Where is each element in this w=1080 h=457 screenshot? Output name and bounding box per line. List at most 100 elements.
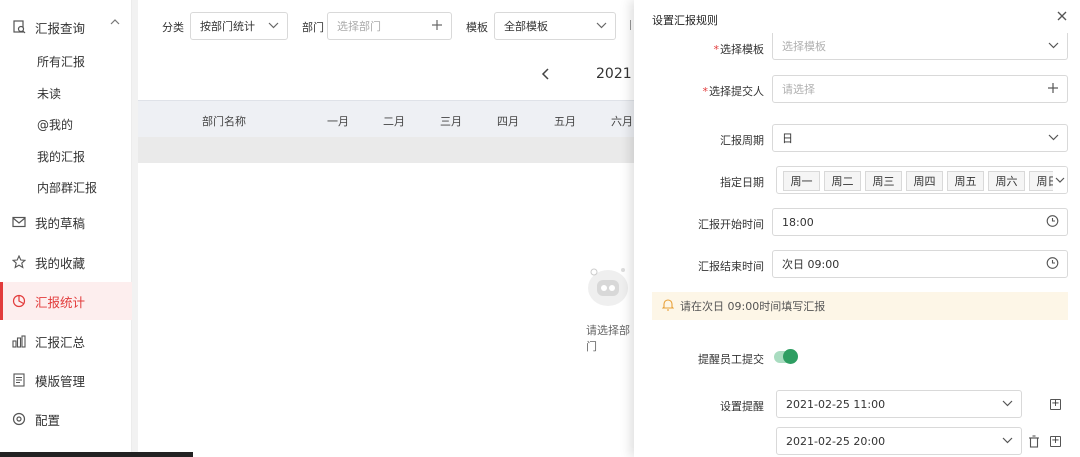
reminder-value: 2021-02-25 11:00 bbox=[786, 397, 886, 411]
submitter-field-label: *选择提交人 bbox=[702, 85, 765, 98]
weekday-selector[interactable]: 周一 周二 周三 周四 周五 周六 周日 bbox=[776, 166, 1068, 194]
column-header: 三月 bbox=[440, 115, 462, 128]
clock-icon bbox=[1046, 256, 1059, 273]
start-time-label: 汇报开始时间 bbox=[698, 218, 764, 231]
category-value: 按部门统计 bbox=[200, 20, 255, 33]
bell-icon bbox=[661, 298, 675, 314]
weekday-chip[interactable]: 周五 bbox=[947, 171, 984, 191]
template-field-label: *选择模板 bbox=[713, 43, 765, 56]
active-indicator bbox=[0, 282, 3, 320]
weekday-chip[interactable]: 周六 bbox=[988, 171, 1025, 191]
chevron-down-icon bbox=[1002, 396, 1013, 413]
star-icon bbox=[12, 255, 26, 269]
sidebar-item-statistics[interactable]: 汇报统计 bbox=[0, 282, 132, 320]
end-time-label: 汇报结束时间 bbox=[698, 260, 764, 273]
sidebar-subitem-mentions[interactable]: @我的 bbox=[37, 116, 73, 133]
sidebar-item-label: 汇报统计 bbox=[35, 294, 86, 310]
pie-chart-icon bbox=[12, 294, 26, 308]
table-header: 部门名称 一月 二月 三月 四月 五月 六月 bbox=[138, 100, 634, 137]
weekday-chip[interactable]: 周三 bbox=[865, 171, 902, 191]
template-placeholder: 选择模板 bbox=[782, 40, 826, 53]
template-label: 模板 bbox=[466, 21, 488, 34]
add-reminder-icon[interactable]: + bbox=[1050, 399, 1061, 410]
rule-settings-drawer: 设置汇报规则 *选择模板 选择模板 *选择提交人 请选择 汇报周期 日 指定日期… bbox=[634, 0, 1080, 457]
sidebar-item-report-query[interactable]: 汇报查询 bbox=[0, 16, 132, 38]
reminder-time-select[interactable]: 2021-02-25 11:00 bbox=[776, 390, 1022, 418]
toggle-knob bbox=[783, 349, 798, 364]
empty-illustration bbox=[585, 262, 631, 310]
dept-placeholder: 选择部门 bbox=[337, 20, 381, 33]
sidebar-subitem-group-reports[interactable]: 内部群汇报 bbox=[37, 179, 97, 196]
sidebar-item-label: 模版管理 bbox=[35, 373, 86, 389]
start-time-input[interactable]: 18:00 bbox=[772, 208, 1068, 236]
date-field-label: 指定日期 bbox=[720, 176, 764, 189]
sidebar-subitem-unread[interactable]: 未读 bbox=[37, 85, 61, 102]
period-select[interactable]: 日 bbox=[772, 124, 1068, 152]
mail-icon bbox=[12, 215, 26, 229]
chevron-down-icon bbox=[1048, 38, 1059, 55]
column-header: 一月 bbox=[327, 115, 349, 128]
sidebar-item-label: 汇报查询 bbox=[35, 20, 86, 36]
search-doc-icon bbox=[12, 20, 26, 34]
sidebar-item-config[interactable]: 配置 bbox=[0, 408, 132, 430]
chevron-down-icon[interactable] bbox=[1053, 167, 1067, 193]
column-header: 五月 bbox=[554, 115, 576, 128]
close-icon[interactable] bbox=[1056, 10, 1068, 26]
deadline-tip: 请在次日 09:00时间填写汇报 bbox=[652, 292, 1068, 320]
sidebar-subitem-my-reports[interactable]: 我的汇报 bbox=[37, 148, 85, 165]
dept-input[interactable]: 选择部门 bbox=[327, 12, 452, 40]
chevron-up-icon[interactable] bbox=[110, 18, 120, 29]
category-label: 分类 bbox=[162, 21, 184, 34]
document-icon bbox=[12, 373, 26, 387]
weekday-chip[interactable]: 周二 bbox=[824, 171, 861, 191]
year-label: 2021 bbox=[596, 66, 632, 82]
prev-year-button[interactable] bbox=[540, 67, 550, 84]
remind-label: 提醒员工提交 bbox=[698, 353, 764, 366]
sidebar-item-favorites[interactable]: 我的收藏 bbox=[0, 251, 132, 273]
table-row bbox=[138, 137, 634, 163]
trash-icon[interactable] bbox=[1028, 435, 1040, 451]
plus-icon[interactable] bbox=[431, 18, 443, 35]
column-header: 六月 bbox=[611, 115, 633, 128]
clock-icon bbox=[1046, 214, 1059, 231]
weekday-chip[interactable]: 周一 bbox=[783, 171, 820, 191]
reminder-value: 2021-02-25 20:00 bbox=[786, 434, 886, 448]
category-select[interactable]: 按部门统计 bbox=[190, 12, 288, 40]
dept-label: 部门 bbox=[302, 21, 324, 34]
column-header: 部门名称 bbox=[202, 115, 246, 128]
weekday-chip[interactable]: 周四 bbox=[906, 171, 943, 191]
end-time-value: 次日 09:00 bbox=[782, 258, 840, 271]
gear-icon bbox=[12, 412, 26, 426]
template-select[interactable]: 全部模板 bbox=[494, 12, 616, 40]
end-time-input[interactable]: 次日 09:00 bbox=[772, 250, 1068, 278]
sidebar-item-templates[interactable]: 模版管理 bbox=[0, 369, 132, 391]
main-content: 分类 按部门统计 部门 选择部门 模板 全部模板 2021 部门名称 一月 二月… bbox=[138, 0, 634, 457]
sidebar-subitem-all[interactable]: 所有汇报 bbox=[37, 53, 85, 70]
chevron-down-icon bbox=[1048, 130, 1059, 147]
template-value: 全部模板 bbox=[504, 20, 548, 33]
submitter-input[interactable]: 请选择 bbox=[772, 75, 1068, 103]
reminder-time-select[interactable]: 2021-02-25 20:00 bbox=[776, 427, 1022, 455]
chevron-down-icon bbox=[1002, 433, 1013, 450]
template-select[interactable]: 选择模板 bbox=[772, 33, 1068, 60]
sidebar-item-label: 我的草稿 bbox=[35, 215, 86, 231]
submitter-placeholder: 请选择 bbox=[782, 83, 815, 96]
tip-text: 请在次日 09:00时间填写汇报 bbox=[680, 300, 826, 313]
add-reminder-icon[interactable]: + bbox=[1050, 436, 1061, 447]
column-header: 四月 bbox=[497, 115, 519, 128]
sidebar-item-label: 汇报汇总 bbox=[35, 334, 86, 350]
sidebar-item-summary[interactable]: 汇报汇总 bbox=[0, 330, 132, 352]
bottom-strip bbox=[0, 452, 193, 457]
plus-icon[interactable] bbox=[1047, 81, 1059, 98]
period-field-label: 汇报周期 bbox=[720, 134, 764, 147]
sidebar-item-drafts[interactable]: 我的草稿 bbox=[0, 211, 132, 233]
chevron-down-icon bbox=[596, 18, 607, 35]
chevron-down-icon bbox=[268, 18, 279, 35]
remind-toggle[interactable] bbox=[774, 349, 798, 364]
sidebar-item-label: 我的收藏 bbox=[35, 255, 86, 271]
bar-chart-icon bbox=[12, 334, 26, 348]
drawer-title: 设置汇报规则 bbox=[652, 14, 718, 27]
period-value: 日 bbox=[782, 132, 793, 145]
sidebar-item-label: 配置 bbox=[35, 412, 61, 428]
reminder-label: 设置提醒 bbox=[720, 400, 764, 413]
